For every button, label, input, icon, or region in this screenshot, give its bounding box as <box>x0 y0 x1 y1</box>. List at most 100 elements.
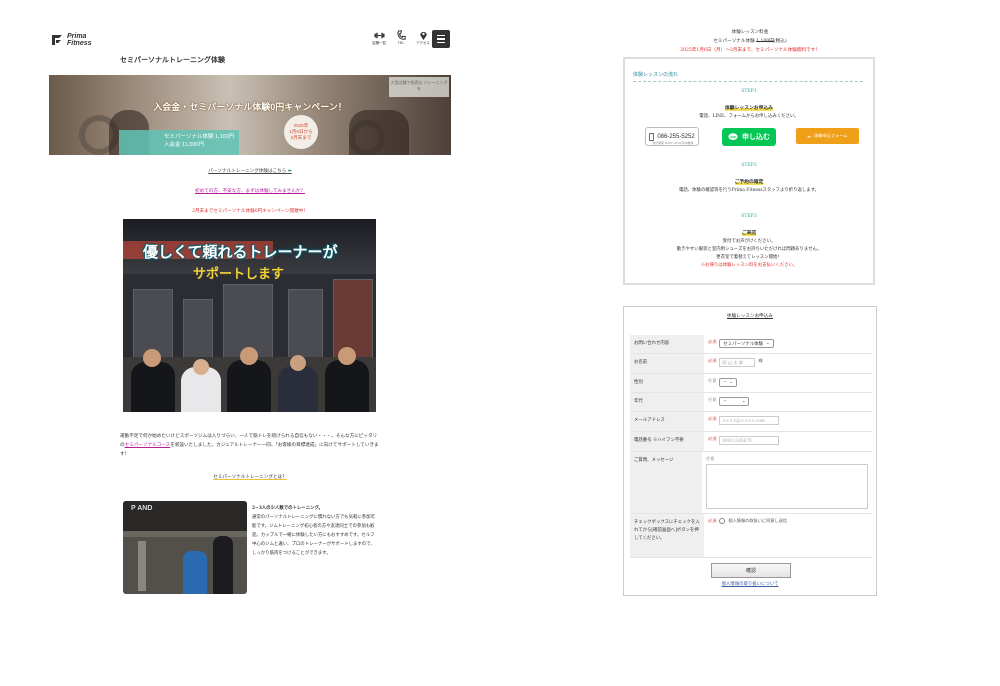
consent-text: 個人情報の取扱いに同意し送信 <box>728 518 788 523</box>
step2: STEP2 ご予約の確定 電話、体験の確認等を行うPrima Fitnessスタ… <box>625 163 873 195</box>
row-message: ご質問、メッセージ 任意 <box>630 452 872 514</box>
step3-label: STEP3 <box>741 214 757 219</box>
required-badge: 必須 <box>708 416 717 421</box>
trial-fee-info: 体験レッスン料金 セミパーソナル体験 1,100円(税込) 2025年1月6日（… <box>624 28 876 55</box>
nav-tel[interactable]: TEL <box>394 30 408 45</box>
required-badge: 必須 <box>708 436 717 441</box>
line-logo-icon: LINE <box>728 133 738 140</box>
arrow-right-icon: ➡ <box>807 133 812 139</box>
required-badge: 必須 <box>708 358 717 363</box>
small-group-heading: 2~3人の少人数でのトレーニング。 <box>252 506 323 511</box>
beginner-link[interactable]: 初めての方、不安な方、まずは体験してみませんか？ <box>195 189 305 194</box>
banner-price-line2: 入会金 11,000円 <box>164 142 204 148</box>
photo1-subheading: サポートします <box>193 266 285 281</box>
optional-badge: 任意 <box>706 456 715 461</box>
personal-experience-link[interactable]: パーソナルトレーニング体験はこちら ➡ <box>208 169 291 174</box>
trial-form-button[interactable]: ➡ 体験申込フォーム <box>796 128 859 144</box>
campaign-banner[interactable]: 入会金・セミパーソナル体験0円キャンペーン！ セミパーソナル体験 1,100円 … <box>49 75 451 155</box>
gender-select[interactable]: -- ⌄ <box>719 378 738 387</box>
step3-desc3: 更衣室で着替えてレッスン開始！ <box>716 255 782 260</box>
chevron-down-icon: ⌄ <box>741 399 746 404</box>
banner-corner-text: 大型店舗で快適な トレーニングを <box>389 77 449 97</box>
tel-button[interactable]: 086-255-5252 受付時間 10:00～21:00 年中無休 <box>645 127 699 146</box>
message-textarea[interactable] <box>706 464 868 509</box>
step3-desc1: 受付でお声がけください。 <box>722 239 776 244</box>
banner-circle-to: 2月末まで <box>290 135 312 140</box>
what-is-semi-personal-link[interactable]: セミパーソナルトレーニングとは？ <box>120 474 380 480</box>
small-group-description: 2~3人の少人数でのトレーニング。 通常のパーソナルトレーニングに慣れない方でも… <box>252 504 377 558</box>
row-gender: 性別 任意 -- ⌄ <box>630 374 872 393</box>
gender-select-value: -- <box>723 380 727 385</box>
small-group-body: 通常のパーソナルトレーニングに慣れない方でも気軽に参加可能です。ジムトレーニング… <box>252 515 375 556</box>
flow-heading: 体験レッスンの流れ <box>633 72 679 78</box>
nav-stores[interactable]: 店舗一覧 <box>372 30 386 46</box>
row-age: 年代 任意 -- ⌄ <box>630 393 872 412</box>
banner-headline: 入会金・セミパーソナル体験0円キャンペーン！ <box>153 102 347 112</box>
trial-fee-line: セミパーソナル体験 1,100円(税込) <box>713 39 787 44</box>
step3-name: ご来店 <box>741 229 757 236</box>
row-name: お名前 必須 岡 山 太 郎 様 <box>630 354 872 374</box>
row-phone: 電話番号 ※ハイフン不要 必須 08012345678 <box>630 432 872 452</box>
privacy-policy-link[interactable]: 個人情報の取り扱いについて <box>624 581 876 587</box>
dumbbell-icon <box>373 32 385 39</box>
logo-line1: Prima <box>67 33 87 40</box>
confirm-button[interactable]: 確認 <box>711 563 791 578</box>
age-select-value: -- <box>723 399 727 404</box>
logo-line2: Fitness <box>67 40 92 47</box>
line-button-label: 申し込む <box>742 134 770 141</box>
name-label: お名前 <box>630 354 704 373</box>
trial-application-form: 体験レッスンお申込み お問い合わせ内容 必須 セミパーソナル体験 ⌄ お名前 必須… <box>623 306 877 596</box>
inquiry-label: お問い合わせ内容 <box>630 335 704 353</box>
email-input[interactable]: ××××@××××.com <box>719 416 780 425</box>
nav-access[interactable]: アクセス <box>416 30 430 46</box>
form-title: 体験レッスンお申込み <box>727 314 773 319</box>
message-label: ご質問、メッセージ <box>630 452 702 513</box>
what-is-link-text: セミパーソナルトレーニングとは？ <box>213 475 287 480</box>
nav-stores-label: 店舗一覧 <box>372 41 386 45</box>
name-input[interactable]: 岡 山 太 郎 <box>719 358 756 367</box>
banner-period-circle: 2025年 1月6日から 2月末まで <box>284 115 318 149</box>
trial-fee-original-price: 1,100円 <box>756 39 774 44</box>
intro-paragraph: 運動不足で何か始めたいけどスポーツジムは入りづらい、一人で筋トレを続けられる自信… <box>120 432 380 459</box>
step1-label: STEP1 <box>741 89 757 94</box>
nav-access-label: アクセス <box>416 41 430 45</box>
trial-fee-title: 体験レッスン料金 <box>731 30 769 35</box>
banner-price-line1: セミパーソナル体験 1,100円 <box>164 134 235 140</box>
chevron-down-icon: ⌄ <box>729 380 734 385</box>
semi-personal-course-link[interactable]: セミパーソナルコース <box>125 443 171 448</box>
arrow-right-icon: ➡ <box>287 169 292 174</box>
inquiry-select[interactable]: セミパーソナル体験 ⌄ <box>719 339 774 348</box>
phone-input[interactable]: 08012345678 <box>719 436 780 445</box>
age-label: 年代 <box>630 393 704 411</box>
page-title: セミパーソナルトレーニング体験 <box>120 55 225 64</box>
tel-number: 086-255-5252 <box>657 133 695 140</box>
required-badge: 必須 <box>708 339 717 344</box>
step1: STEP1 体験レッスンお申込み 電話、LINE、フォームからお申し込みください… <box>625 89 873 121</box>
trainer-team-photo: 優しくて頼れるトレーナーが サポートします <box>123 219 376 412</box>
trial-free-notice: 2025年1月6日（月）～2月末まで、セミパーソナル体験無料です！ <box>680 48 820 53</box>
age-select[interactable]: -- ⌄ <box>719 397 750 406</box>
consent-label: チェックボックスにチェックを入れてから[確認画面へ]ボタンを押してください。 <box>630 514 704 557</box>
trial-form-button-label: 体験申込フォーム <box>814 133 848 138</box>
prima-fitness-logo[interactable]: Prima Fitness <box>50 31 110 49</box>
hamburger-menu-icon[interactable] <box>432 30 450 48</box>
step1-name: 体験レッスンお申込み <box>725 104 773 111</box>
step3-desc2: 動きやすい服装と室内用シューズをお持ちいただければ問題ありません。 <box>676 247 822 252</box>
name-suffix: 様 <box>758 358 763 363</box>
step2-label: STEP2 <box>741 163 757 168</box>
step2-name: ご予約の確定 <box>734 178 764 185</box>
step1-desc: 電話、LINE、フォームからお申し込みください。 <box>699 114 799 119</box>
header-icon-nav: 店舗一覧 TEL アクセス <box>372 30 430 46</box>
step3-payment-note: ※お帰りは体験レッスン料をお支払いください。 <box>700 263 798 268</box>
personal-experience-link-text: パーソナルトレーニング体験はこちら <box>208 169 287 174</box>
phone-icon <box>396 30 406 40</box>
svg-text:LINE: LINE <box>730 135 737 139</box>
row-email: メールアドレス 必須 ××××@××××.com <box>630 412 872 432</box>
lesson-flow-box: 体験レッスンの流れ STEP1 体験レッスンお申込み 電話、LINE、フォームか… <box>623 57 875 285</box>
optional-badge: 任意 <box>708 397 717 402</box>
training-session-photo: P AND <box>123 501 247 594</box>
tel-hours: 受付時間 10:00～21:00 年中無休 <box>652 141 694 145</box>
email-label: メールアドレス <box>630 412 704 431</box>
consent-checkbox[interactable] <box>719 518 726 524</box>
line-apply-button[interactable]: LINE 申し込む <box>722 128 776 146</box>
